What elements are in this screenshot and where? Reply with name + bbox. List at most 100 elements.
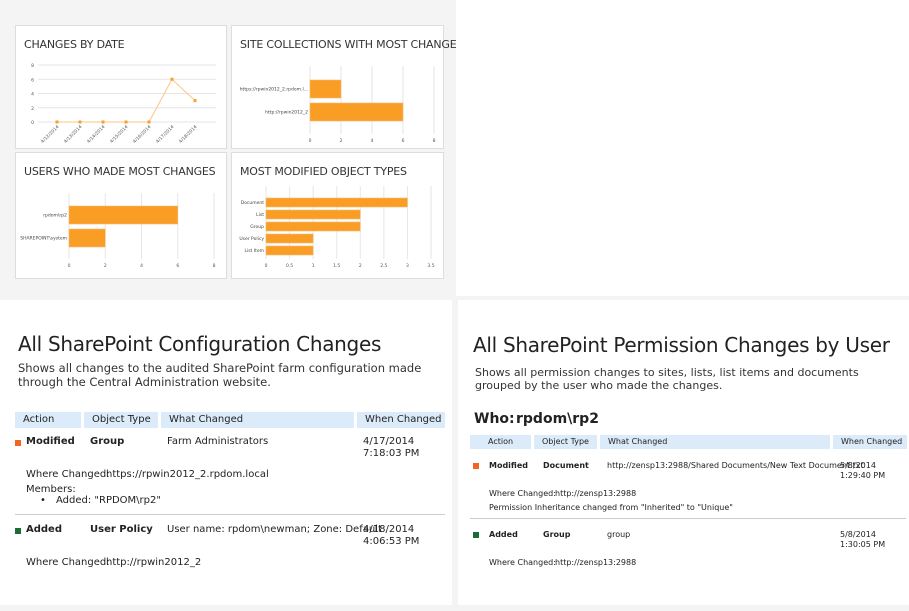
data-point [147,120,151,124]
y-tick-label: 2 [31,106,34,112]
category-label: https://rpwin2012_2.rpdom.l... [240,87,308,93]
category-label: http://rpwin2012_2 [265,110,308,116]
member: Added: "RPDOM\rp2" [56,495,161,506]
x-tick-label: 2 [340,138,343,144]
column-object-type[interactable]: Object Type [84,412,158,428]
column-when-changed[interactable]: When Changed [357,412,445,428]
what-changed: http://zensp13:2988/Shared Documents/New… [607,461,864,470]
series-line [57,78,196,123]
where-label: Where Changed: [489,558,556,567]
table-header: Action Object Type What Changed When Cha… [470,435,907,449]
bar [265,197,408,208]
table-row: Added User Policy User name: rpdom\newma… [0,524,452,584]
chart-users: USERS WHO MADE MOST CHANGES 0 2 4 6 8 rpdom\r… [15,152,227,279]
date: 5/8/2014 [840,530,876,539]
category-label: SHAREPOINT\system [20,236,67,242]
x-tick-label: 3 [406,263,409,269]
chart-site-collections: SITE COLLECTIONS WITH MOST CHANGES 02468… [231,25,463,149]
x-tick-label: 4 [371,138,374,144]
where-value: http://zensp13:2988 [555,558,637,567]
x-tick-label: 4/13/2014 [63,124,84,145]
date: 4/18/2014 [363,524,415,535]
x-tick-label: 2 [359,263,362,269]
x-tick-label: 6 [402,138,405,144]
x-tick-label: 3.5 [427,263,434,269]
column-action[interactable]: Action [15,412,81,428]
x-tick-label: 4 [140,263,143,269]
bar [265,221,361,232]
x-tick-label: 0 [265,263,268,269]
members-label: Members: [26,484,76,495]
what-changed: User name: rpdom\newman; Zone: Default [167,524,382,535]
date: 4/17/2014 [363,436,415,447]
category-label: List Item [244,248,264,254]
bar [68,205,179,225]
time: 1:29:40 PM [840,471,886,480]
x-tick-label: 2.5 [380,263,387,269]
data-point [193,99,197,103]
bar-chart: 0 2 4 6 8 https://rpwin2012_2.rpdom.l... http:… [240,66,436,144]
x-tick-label: 2 [104,263,107,269]
bar [265,245,314,256]
x-tick-label: 8 [433,138,436,144]
x-tick-label: 0 [309,138,312,144]
date: 5/8/2014 [840,461,876,470]
x-tick-label: 1.5 [333,263,340,269]
column-action[interactable]: Action [470,435,531,449]
column-what-changed[interactable]: What Changed [600,435,830,449]
empty-area [456,0,909,296]
dashboard: CHANGES BY DATE 0 2 4 6 8 4/12/2014 4/13/2014 4… [0,0,463,296]
line-chart: 0 2 4 6 8 4/12/2014 4/13/2014 4/14/2014 4/15/201… [31,63,216,145]
table-row: Modified Group Farm Administrators 4/17/… [0,436,452,516]
report-title: All SharePoint Configuration Changes [18,332,382,356]
what-changed: group [607,530,631,539]
object-type: User Policy [90,524,153,535]
data-point [101,120,105,124]
bar [309,79,342,99]
object-type: Group [90,436,125,447]
y-tick-label: 0 [31,120,34,126]
column-object-type[interactable]: Object Type [534,435,597,449]
action: Added [26,524,62,535]
where-value: http://zensp13:2988 [555,489,637,498]
data-point [170,77,174,81]
y-tick-label: 4 [31,92,34,98]
data-point [78,120,82,124]
bar [309,102,404,122]
config-changes-report: All SharePoint Configuration Changes Sho… [0,300,452,605]
report-title: All SharePoint Permission Changes by Use… [473,333,890,357]
x-tick-label: 4/12/2014 [40,124,61,145]
divider [470,518,906,519]
x-tick-label: 6 [176,263,179,269]
y-tick-label: 8 [31,63,34,69]
member-bullet: • [40,495,46,506]
category-label: rpdom\rp2 [43,213,67,219]
bar [265,233,314,244]
category-label: Document [241,200,265,206]
action: Modified [489,461,529,470]
category-label: List [256,212,264,218]
chart-object-types: MOST MODIFIED OBJECT TYPES 0 0.5 1 1.5 2 2.5 3… [231,152,444,279]
category-label: Group [250,224,264,230]
time: 1:30:05 PM [840,540,886,549]
report-description: Shows all changes to the audited SharePo… [18,361,422,389]
time: 4:06:53 PM [363,536,420,547]
data-point [124,120,128,124]
who-label: Who: [474,411,515,427]
where-value: http://rpwin2012_2 [106,557,202,568]
x-tick-label: 0 [68,263,71,269]
x-tick-label: 8 [213,263,216,269]
column-what-changed[interactable]: What Changed [161,412,354,428]
x-tick-label: 4/16/2014 [132,124,153,145]
modified-status-icon [473,463,479,469]
table-row: Modified Document http://zensp13:2988/Sh… [458,461,909,521]
data-point [55,120,59,124]
column-when-changed[interactable]: When Changed [833,435,907,449]
action: Modified [26,436,75,447]
x-tick-label: 4/18/2014 [178,124,199,145]
permission-note: Permission Inheritance changed from "Inh… [489,503,733,512]
where-value: https://rpwin2012_2.rpdom.local [106,469,269,480]
bar [265,209,361,220]
category-label: User Policy [239,236,264,242]
chart-changes-by-date: CHANGES BY DATE 0 2 4 6 8 4/12/2014 4/13/2014 4… [15,25,227,149]
